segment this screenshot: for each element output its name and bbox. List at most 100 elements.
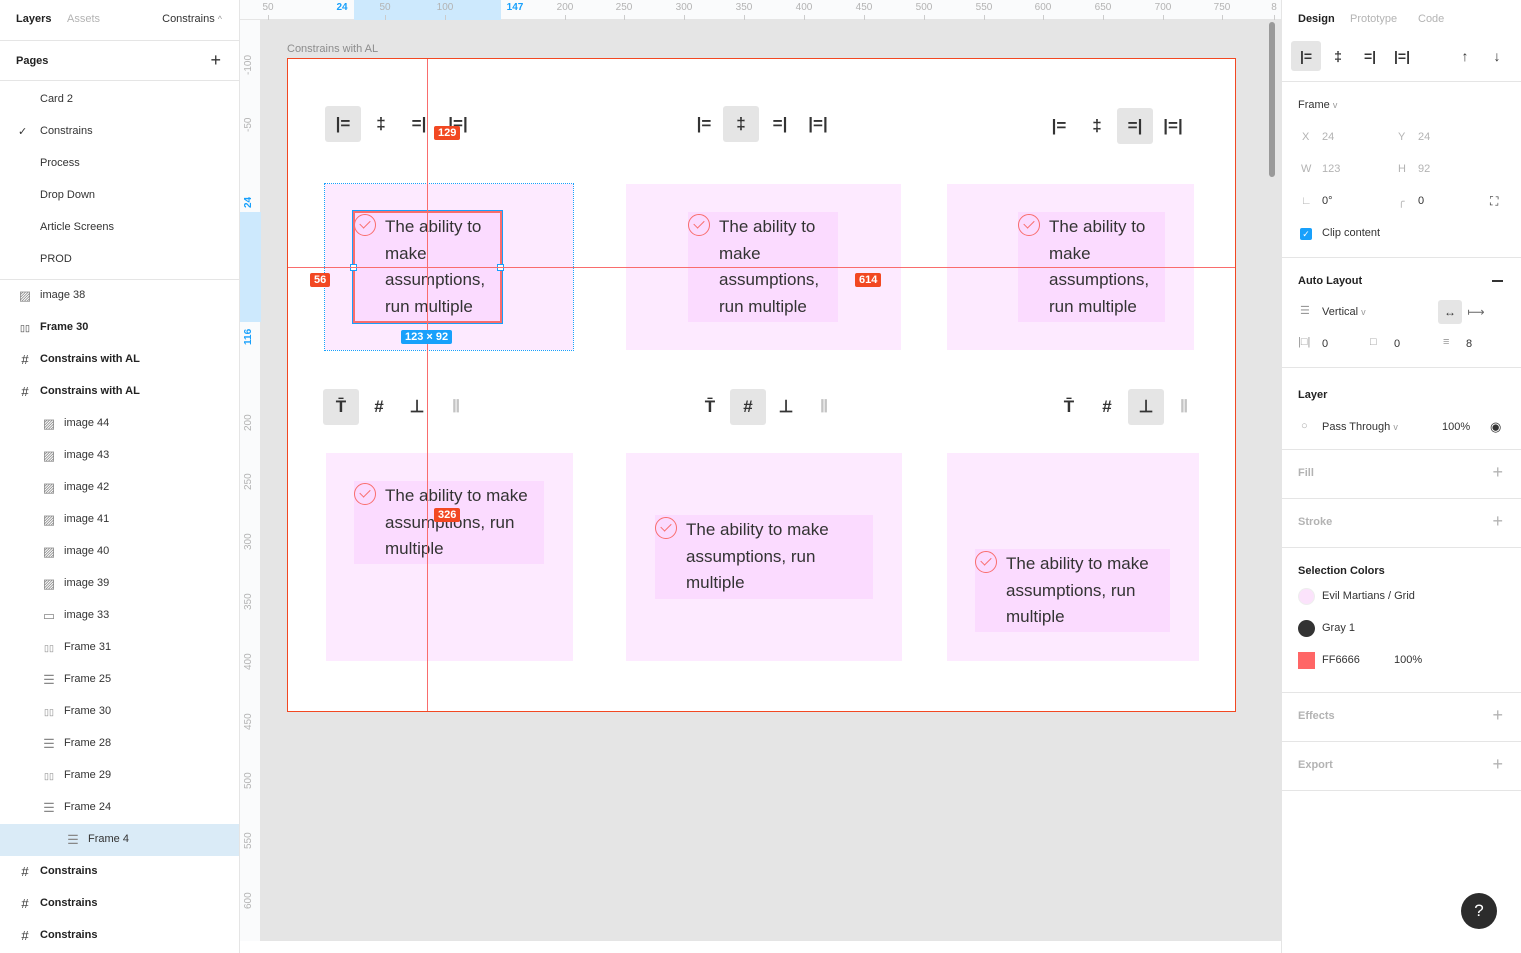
page-item[interactable]: Card 2 [0,84,239,116]
color-swatch[interactable] [1298,588,1315,605]
layer-row[interactable]: ▯▯ Frame 31 [0,632,239,664]
y-field[interactable]: 24 [1418,131,1430,143]
page-item[interactable]: ✓ Constrains [0,116,239,148]
distribute-vertical-icon[interactable]: Ⅱ [438,389,474,425]
layer-row[interactable]: ☰ Frame 4 [0,824,239,856]
layer-row[interactable]: ☰ Frame 28 [0,728,239,760]
resize-hug-icon[interactable]: ↔ [1438,300,1462,324]
distribute-vertical-icon[interactable]: Ⅱ [1166,389,1202,425]
color-name[interactable]: Evil Martians / Grid [1322,590,1415,602]
distribute-horizontal-icon[interactable]: |=| [800,106,836,142]
align-horizontal-center-icon[interactable]: ‡ [723,106,759,142]
rotation-field[interactable]: 0° [1322,195,1333,207]
align-right-icon[interactable]: =| [1117,108,1153,144]
align-left-icon[interactable]: |= [686,106,722,142]
eye-icon[interactable]: ◉ [1490,419,1501,435]
layer-row[interactable]: # Constrains [0,856,239,888]
frame-type-dropdown[interactable]: Frame v [1298,99,1337,111]
frame-title[interactable]: Constrains with AL [287,43,378,55]
layer-row[interactable]: # Constrains with AL [0,376,239,408]
layer-row[interactable]: ▯▯ Frame 30 [0,696,239,728]
page-item[interactable]: Process [0,148,239,180]
layer-label: image 38 [40,289,86,301]
corner-radius-field[interactable]: 0 [1418,195,1424,207]
layer-row[interactable]: ▨ image 44 [0,408,239,440]
layer-row[interactable]: ▨ image 40 [0,536,239,568]
color-name[interactable]: FF6666 [1322,654,1360,666]
align-top-icon[interactable]: T̄ [692,389,728,425]
arrow-up-icon[interactable]: ↑ [1450,41,1480,71]
direction-dropdown[interactable]: Vertical v [1322,306,1366,318]
align-horizontal-center-icon[interactable]: ‡ [1323,41,1353,71]
tab-design[interactable]: Design [1298,13,1335,25]
layer-row[interactable]: ▨ image 41 [0,504,239,536]
layer-row[interactable]: # Constrains with AL [0,344,239,376]
distribute-vertical-icon[interactable]: Ⅱ [806,389,842,425]
add-fill-plus-icon[interactable]: + [1492,462,1503,483]
layer-row[interactable]: ▨ image 38 [0,280,239,312]
distribute-horizontal-icon[interactable]: |=| [1387,41,1417,71]
layer-row[interactable]: # Constrains [0,888,239,920]
layer-row[interactable]: ☰ Frame 24 [0,792,239,824]
align-horizontal-center-icon[interactable]: ‡ [1079,108,1115,144]
layer-row[interactable]: ☰ Frame 25 [0,664,239,696]
align-vertical-center-icon[interactable]: # [730,389,766,425]
tab-code[interactable]: Code [1418,13,1444,25]
remove-auto-layout-minus-icon[interactable] [1492,280,1503,282]
layer-row[interactable]: ▯▯ Frame 29 [0,760,239,792]
page-item[interactable]: Article Screens [0,212,239,244]
color-swatch[interactable] [1298,620,1315,637]
arrow-down-icon[interactable]: ↓ [1482,41,1512,71]
align-left-icon[interactable]: |= [325,106,361,142]
page-item[interactable]: Drop Down [0,180,239,212]
vertical-padding-field[interactable]: 0 [1394,338,1400,350]
resize-fixed-icon[interactable]: ⟼ [1464,300,1488,324]
layer-row[interactable]: # Constrains [0,920,239,952]
canvas[interactable]: Constrains with AL |= T̄ ‡ # =| ⊥ |=| Ⅱ |= T̄ ‡ # =|… [261,20,1281,941]
item-spacing-field[interactable]: 8 [1466,338,1472,350]
align-bottom-icon[interactable]: ⊥ [768,389,804,425]
help-button[interactable]: ? [1461,893,1497,929]
layer-row[interactable]: ▨ image 43 [0,440,239,472]
clip-content-checkbox[interactable]: ✓ [1300,228,1312,240]
opacity-field[interactable]: 100% [1442,421,1470,433]
layer-row[interactable]: ▨ image 39 [0,568,239,600]
layer-row[interactable]: ▯▯ Frame 30 [0,312,239,344]
align-right-icon[interactable]: =| [762,106,798,142]
align-horizontal-center-icon[interactable]: ‡ [363,106,399,142]
distribute-horizontal-icon[interactable]: |=| [1155,108,1191,144]
color-name[interactable]: Gray 1 [1322,622,1355,634]
align-left-icon[interactable]: |= [1041,108,1077,144]
layer-row[interactable]: ▨ image 42 [0,472,239,504]
align-right-icon[interactable]: =| [1355,41,1385,71]
color-swatch[interactable] [1298,652,1315,669]
align-bottom-icon[interactable]: ⊥ [399,389,435,425]
align-left-icon[interactable]: |= [1291,41,1321,71]
align-vertical-center-icon[interactable]: # [1089,389,1125,425]
x-field[interactable]: 24 [1322,131,1334,143]
align-bottom-icon[interactable]: ⊥ [1128,389,1164,425]
color-opacity[interactable]: 100% [1394,654,1422,666]
width-field[interactable]: 123 [1322,163,1340,175]
page-selector[interactable]: Constrains ^ [162,13,222,25]
horizontal-padding-field[interactable]: 0 [1322,338,1328,350]
layer-row[interactable]: ▭ image 33 [0,600,239,632]
height-field[interactable]: 92 [1418,163,1430,175]
add-stroke-plus-icon[interactable]: + [1492,511,1503,532]
ruler-top-label: 700 [1154,2,1172,13]
add-export-plus-icon[interactable]: + [1492,754,1503,775]
align-top-icon[interactable]: T̄ [323,389,359,425]
align-top-icon[interactable]: T̄ [1051,389,1087,425]
add-page-plus-icon[interactable]: + [210,50,221,71]
canvas-scrollbar[interactable] [1269,22,1275,177]
tab-layers[interactable]: Layers [16,13,51,25]
tab-assets[interactable]: Assets [67,13,100,25]
add-effect-plus-icon[interactable]: + [1492,705,1503,726]
page-item[interactable]: PROD [0,244,239,276]
independent-corners-icon[interactable]: ⛶ [1490,194,1498,209]
blend-mode-dropdown[interactable]: Pass Through v [1322,421,1398,433]
constrains-frame[interactable]: |= T̄ ‡ # =| ⊥ |=| Ⅱ |= T̄ ‡ # =| ⊥ |=| Ⅱ |= T̄ ‡ # =| ⊥ |=| Ⅱ T… [287,58,1236,712]
align-right-icon[interactable]: =| [401,106,437,142]
tab-prototype[interactable]: Prototype [1350,13,1397,25]
align-vertical-center-icon[interactable]: # [361,389,397,425]
